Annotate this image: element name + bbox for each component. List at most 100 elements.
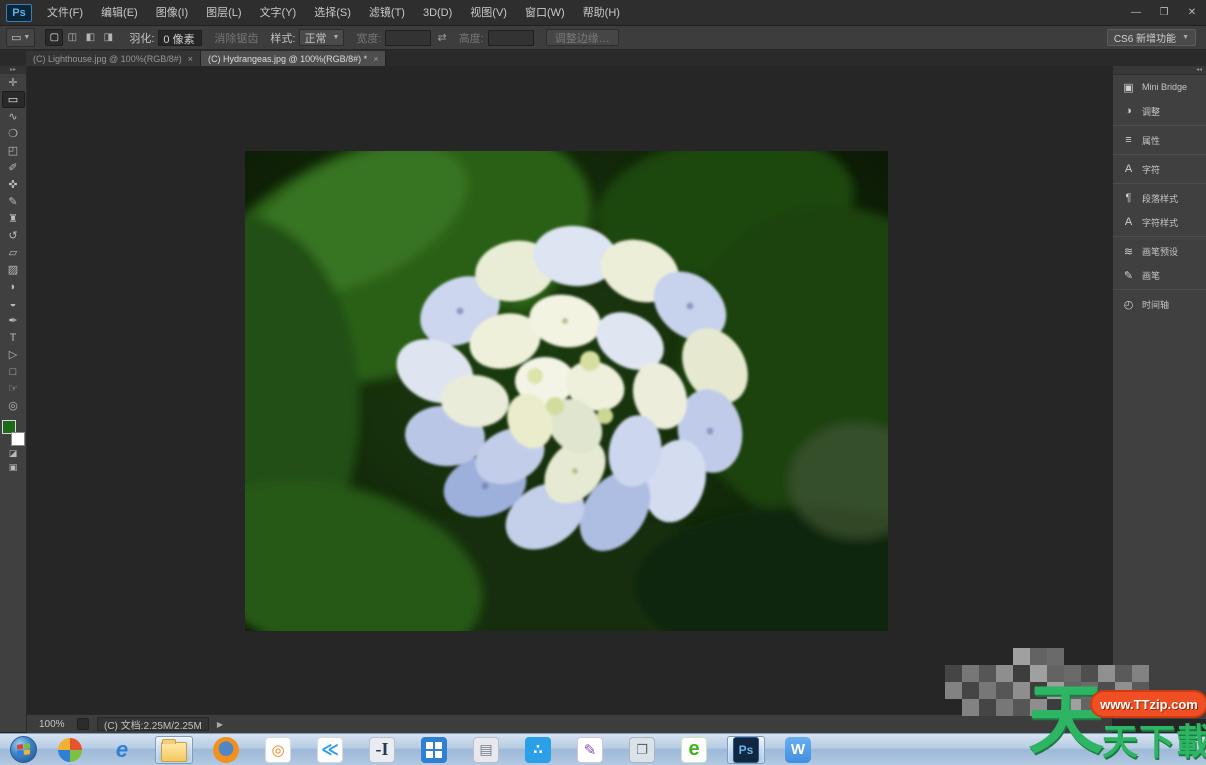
background-color-swatch[interactable] bbox=[11, 432, 25, 446]
type-tool[interactable]: T bbox=[2, 329, 25, 346]
panel-timeline[interactable]: ◴ 时间轴 bbox=[1113, 292, 1206, 316]
taskbar-cloud-app[interactable]: ∴ bbox=[519, 736, 557, 764]
wps-writer-icon: W bbox=[785, 737, 811, 763]
tab-hydrangeas[interactable]: (C) Hydrangeas.jpg @ 100%(RGB/8#) * × bbox=[201, 51, 386, 66]
taskbar-four-color-app[interactable] bbox=[51, 736, 89, 764]
menu-item-type[interactable]: 文字(Y) bbox=[251, 0, 306, 26]
close-icon[interactable]: × bbox=[188, 54, 193, 64]
feather-input[interactable]: 0 像素 bbox=[158, 30, 202, 46]
start-button[interactable] bbox=[10, 736, 37, 763]
style-select[interactable]: 正常 ▼ bbox=[299, 29, 344, 46]
subtract-from-selection-button[interactable]: ◧ bbox=[81, 29, 99, 46]
taskbar-window-app[interactable]: ❐ bbox=[623, 736, 661, 764]
menu-item-view[interactable]: 视图(V) bbox=[461, 0, 516, 26]
properties-icon: ≡ bbox=[1121, 133, 1136, 148]
watermark-url-badge[interactable]: www.TTzip.com bbox=[1090, 690, 1206, 718]
eyedropper-tool[interactable]: ✐ bbox=[2, 159, 25, 176]
panel-label: 画笔预设 bbox=[1142, 245, 1178, 258]
blur-tool[interactable]: ◗ bbox=[2, 278, 25, 295]
taskbar-photoshop[interactable]: Ps bbox=[727, 736, 765, 764]
panel-dock-collapse-handle[interactable]: ◂◂ bbox=[1113, 66, 1206, 75]
antialias-checkbox-label[interactable]: 消除锯齿 bbox=[214, 30, 258, 46]
panel-mini-bridge[interactable]: ▣ Mini Bridge bbox=[1113, 75, 1206, 99]
taskbar-ibeam-tool[interactable]: -I bbox=[363, 736, 401, 764]
panel-properties[interactable]: ≡ 属性 bbox=[1113, 128, 1206, 152]
menu-item-help[interactable]: 帮助(H) bbox=[574, 0, 629, 26]
intersect-selection-button[interactable]: ◨ bbox=[99, 29, 117, 46]
move-tool[interactable]: ✛ bbox=[2, 74, 25, 91]
panel-brush-presets[interactable]: ≋ 画笔预设 bbox=[1113, 239, 1206, 263]
menu-item-edit[interactable]: 编辑(E) bbox=[92, 0, 147, 26]
panel-adjustments[interactable]: ◑ 调整 bbox=[1113, 99, 1206, 123]
canvas-area[interactable] bbox=[27, 66, 1112, 714]
workspace-switcher[interactable]: CS6 新增功能 ▼ bbox=[1107, 29, 1196, 46]
taskbar-notebook-app[interactable]: ▤ bbox=[467, 736, 505, 764]
close-icon[interactable]: × bbox=[373, 54, 378, 64]
menu-item-window[interactable]: 窗口(W) bbox=[516, 0, 574, 26]
chevron-down-icon: ▼ bbox=[332, 34, 339, 41]
dodge-tool[interactable]: ◒ bbox=[2, 295, 25, 312]
lasso-tool[interactable]: ∿ bbox=[2, 108, 25, 125]
new-selection-button[interactable]: ▢ bbox=[45, 29, 63, 46]
taskbar-thunder[interactable]: ≪ bbox=[311, 736, 349, 764]
rectangular-marquee-tool[interactable]: ▭ bbox=[2, 91, 25, 108]
pen-tool[interactable]: ✒ bbox=[2, 312, 25, 329]
swap-width-height-button[interactable]: ⇄ bbox=[437, 31, 446, 44]
close-button[interactable]: ✕ bbox=[1178, 4, 1206, 22]
toolbox-collapse-handle[interactable]: ▸▸ bbox=[0, 66, 26, 74]
quick-mask-button[interactable]: ◪ bbox=[2, 446, 25, 460]
panel-character-styles[interactable]: A 字符样式 bbox=[1113, 210, 1206, 234]
panel-paragraph-styles[interactable]: ¶ 段落样式 bbox=[1113, 186, 1206, 210]
taskbar-firefox[interactable] bbox=[207, 736, 245, 764]
tab-lighthouse[interactable]: (C) Lighthouse.jpg @ 100%(RGB/8#) × bbox=[26, 51, 201, 66]
path-selection-tool[interactable]: ▷ bbox=[2, 346, 25, 363]
panel-character[interactable]: A 字符 bbox=[1113, 157, 1206, 181]
panel-brush[interactable]: ✎ 画笔 bbox=[1113, 263, 1206, 287]
menu-item-select[interactable]: 选择(S) bbox=[305, 0, 360, 26]
menu-item-image[interactable]: 图像(I) bbox=[147, 0, 197, 26]
height-input[interactable] bbox=[488, 30, 534, 46]
menu-item-file[interactable]: 文件(F) bbox=[38, 0, 92, 26]
menu-item-filter[interactable]: 滤镜(T) bbox=[360, 0, 414, 26]
taskbar-paint-app[interactable]: ✎ bbox=[571, 736, 609, 764]
clone-stamp-tool[interactable]: ♜ bbox=[2, 210, 25, 227]
tool-options-bar: ▭ ▼ ▢ ◫ ◧ ◨ 羽化: 0 像素 消除锯齿 样式: 正常 ▼ 宽度: ⇄… bbox=[0, 26, 1206, 50]
taskbar-green-e-browser[interactable]: e bbox=[675, 736, 713, 764]
green-e-browser-icon: e bbox=[681, 737, 707, 763]
taskbar-internet-explorer[interactable]: e bbox=[103, 736, 141, 764]
brush-tool[interactable]: ✎ bbox=[2, 193, 25, 210]
add-to-selection-button[interactable]: ◫ bbox=[63, 29, 81, 46]
spot-healing-brush-tool[interactable]: ✜ bbox=[2, 176, 25, 193]
tool-preset-picker[interactable]: ▭ ▼ bbox=[6, 28, 35, 47]
gradient-tool[interactable]: ▨ bbox=[2, 261, 25, 278]
taskbar-search-app[interactable]: ◎ bbox=[259, 736, 297, 764]
history-brush-tool[interactable]: ↺ bbox=[2, 227, 25, 244]
chevron-down-icon: ▼ bbox=[23, 34, 30, 41]
refine-edge-button[interactable]: 调整边缘… bbox=[546, 29, 619, 46]
width-input[interactable] bbox=[385, 30, 431, 46]
taskbar-file-explorer[interactable] bbox=[155, 736, 193, 764]
rectangle-tool[interactable]: □ bbox=[2, 363, 25, 380]
workspace-label: CS6 新增功能 bbox=[1114, 30, 1176, 45]
crop-tool[interactable]: ◰ bbox=[2, 142, 25, 159]
document-size-info[interactable]: (C) 文档:2.25M/2.25M bbox=[97, 717, 209, 731]
eraser-tool[interactable]: ▱ bbox=[2, 244, 25, 261]
photoshop-icon: Ps bbox=[733, 737, 759, 763]
ibeam-tool-icon: -I bbox=[369, 737, 395, 763]
zoom-level-field[interactable]: 100% bbox=[35, 719, 69, 730]
screen-mode-button[interactable]: ▣ bbox=[2, 460, 25, 474]
menu-bar: Ps 文件(F) 编辑(E) 图像(I) 图层(L) 文字(Y) 选择(S) 滤… bbox=[0, 0, 1206, 26]
hand-tool[interactable]: ☞ bbox=[2, 380, 25, 397]
restore-button[interactable]: ❐ bbox=[1150, 4, 1178, 22]
status-expand-arrow-icon[interactable]: ▶ bbox=[217, 720, 223, 729]
menu-item-3d[interactable]: 3D(D) bbox=[414, 0, 461, 26]
hydrangeas-photo[interactable] bbox=[245, 151, 888, 631]
panel-divider bbox=[1113, 154, 1206, 155]
taskbar-wps-writer[interactable]: W bbox=[779, 736, 817, 764]
zoom-tool[interactable]: ◎ bbox=[2, 397, 25, 414]
menu-item-layer[interactable]: 图层(L) bbox=[197, 0, 250, 26]
quick-selection-tool[interactable]: ❍ bbox=[2, 125, 25, 142]
minimize-button[interactable]: — bbox=[1122, 4, 1150, 22]
cloud-app-icon: ∴ bbox=[525, 737, 551, 763]
taskbar-media-grid[interactable] bbox=[415, 736, 453, 764]
